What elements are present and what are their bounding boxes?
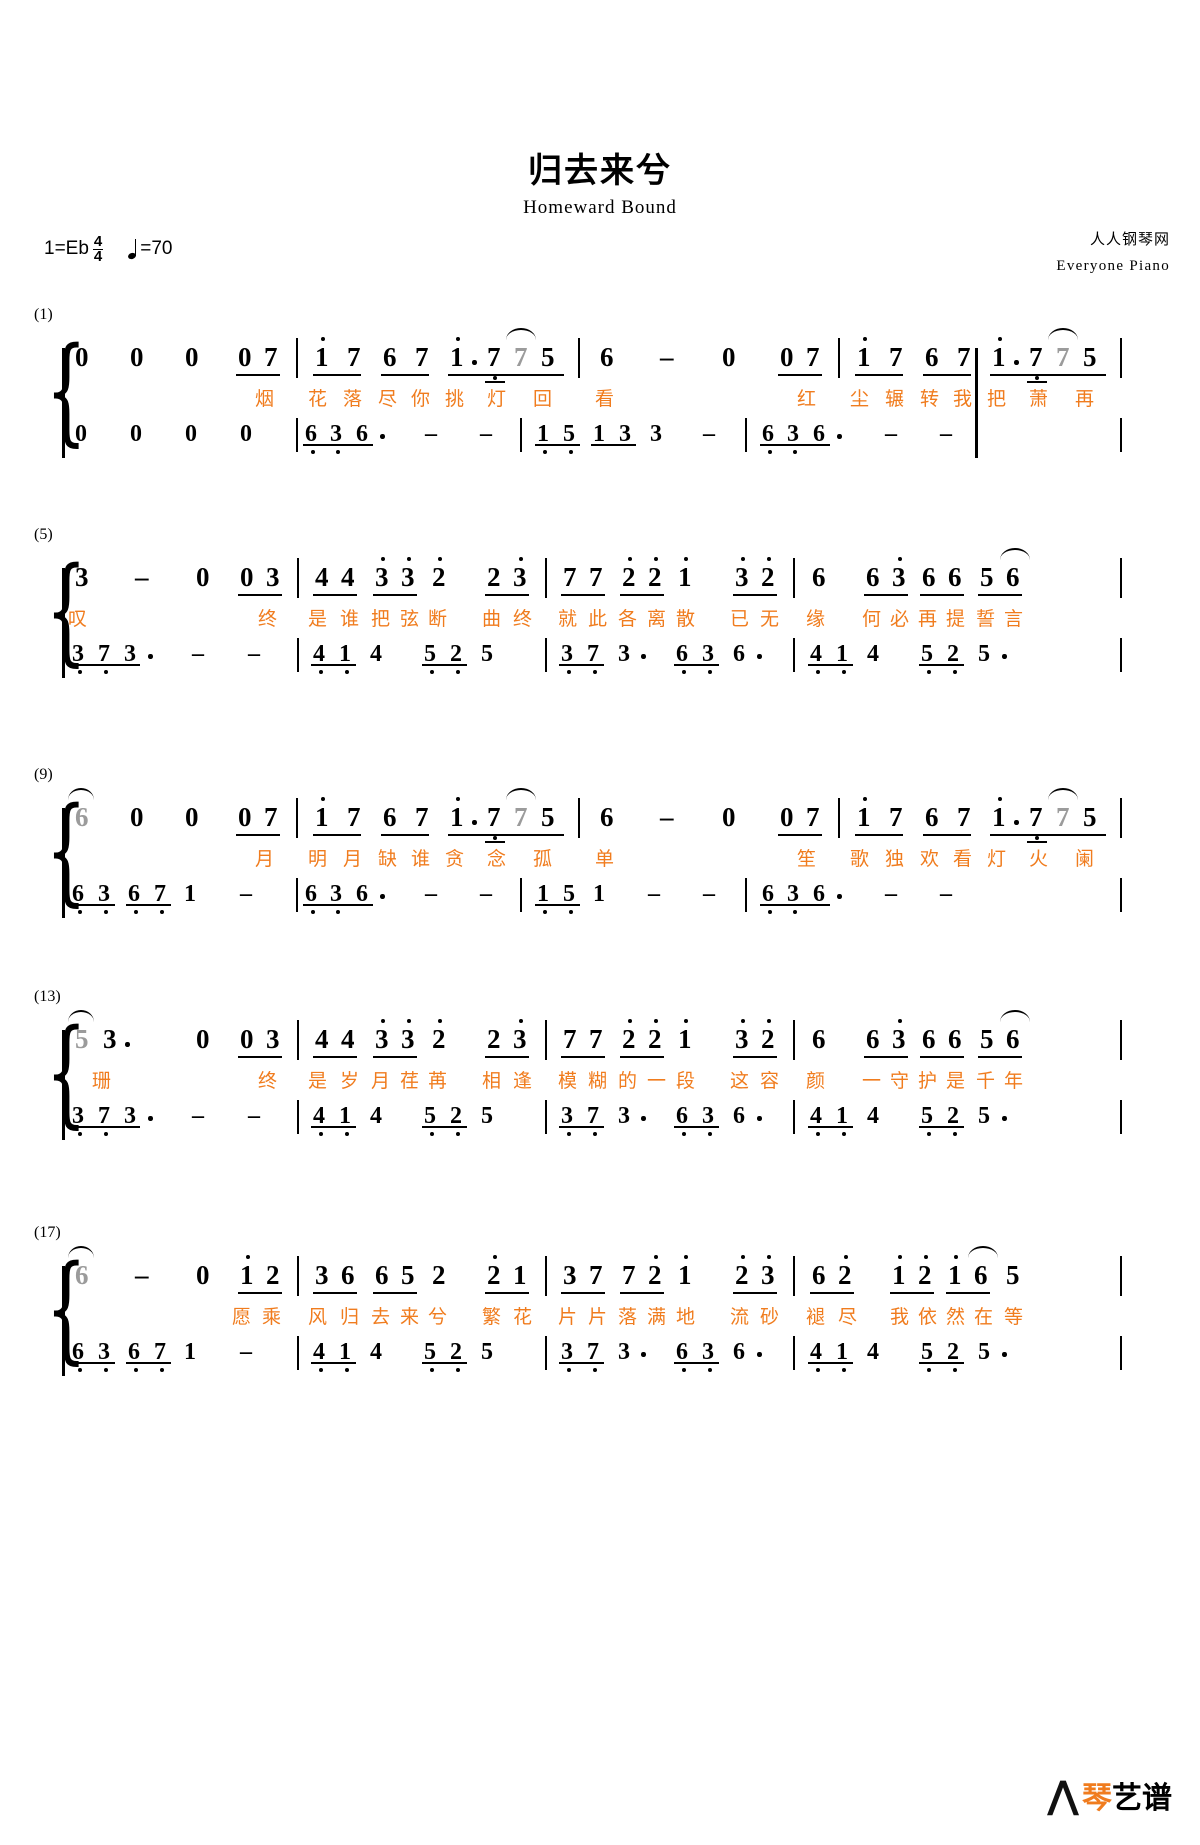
key-and-tempo: 1=Eb 4 4 =70 [44,234,173,265]
tempo-marking: =70 [127,238,173,261]
bass-row-3: 6 3 6 7 1 – 6 3 6 – – 1 5 1 – – 6 3 6 – … [0,878,1200,918]
melody-row-3: 6 0 0 0 7 1 7 6 7 1 7 7 5 6 – 0 0 7 1 7 … [0,788,1200,844]
melody-row-5: 6 – 0 1 2 3 6 6 5 2 2 1 3 7 7 2 1 2 3 6 … [0,1246,1200,1298]
measure-number-17: (17) [34,1224,61,1241]
tempo-value: =70 [140,238,173,260]
bass-row-4: 3 7 3 – – 4 1 4 5 2 5 3 7 3 6 3 6 4 1 4 … [0,1100,1200,1140]
logo-mark-icon: ⋀ [1046,1773,1079,1817]
site-watermark-logo: ⋀ 琴艺谱 [1047,1773,1172,1817]
logo-text: 琴艺谱 [1082,1773,1172,1817]
bass-row-2: 3 7 3 – – 4 1 4 5 2 5 3 7 3 6 3 6 4 1 4 … [0,638,1200,678]
measure-number-13: (13) [34,988,61,1005]
time-signature-denominator: 4 [93,247,103,265]
logo-text-part1: 琴 [1082,1781,1112,1816]
melody-row-2: 3 – 0 0 3 4 4 3 3 2 2 3 7 7 2 2 1 3 2 6 … [0,548,1200,600]
key-signature-label: 1=Eb [44,238,89,260]
melody-row-1: 0 0 0 0 7 1 7 6 7 1 7 7 5 6 – 0 0 7 1 7 … [0,328,1200,384]
measure-number-9: (9) [34,766,53,783]
publisher-name-en: Everyone Piano [1056,258,1170,274]
page-subtitle: Homeward Bound [523,197,677,218]
publisher-name-cn: 人人钢琴网 [1089,230,1170,248]
quarter-note-icon [127,239,138,261]
logo-text-part2: 艺谱 [1112,1781,1172,1816]
time-signature: 4 4 [92,234,104,265]
melody-row-4: 5 3 0 0 3 4 4 3 3 2 2 3 7 7 2 2 1 3 2 6 … [0,1010,1200,1062]
page-title: 归去来兮 [528,151,672,191]
measure-number-1: (1) [34,306,53,323]
bass-row-1: 0 0 0 0 6 3 6 – – 1 5 1 3 3 – 6 3 6 – – [0,418,1200,458]
measure-number-5: (5) [34,526,53,543]
bass-row-5: 6 3 6 7 1 – 4 1 4 5 2 5 3 7 3 6 3 6 4 1 … [0,1336,1200,1376]
publisher-credit: 人人钢琴网 Everyone Piano [1056,228,1170,275]
